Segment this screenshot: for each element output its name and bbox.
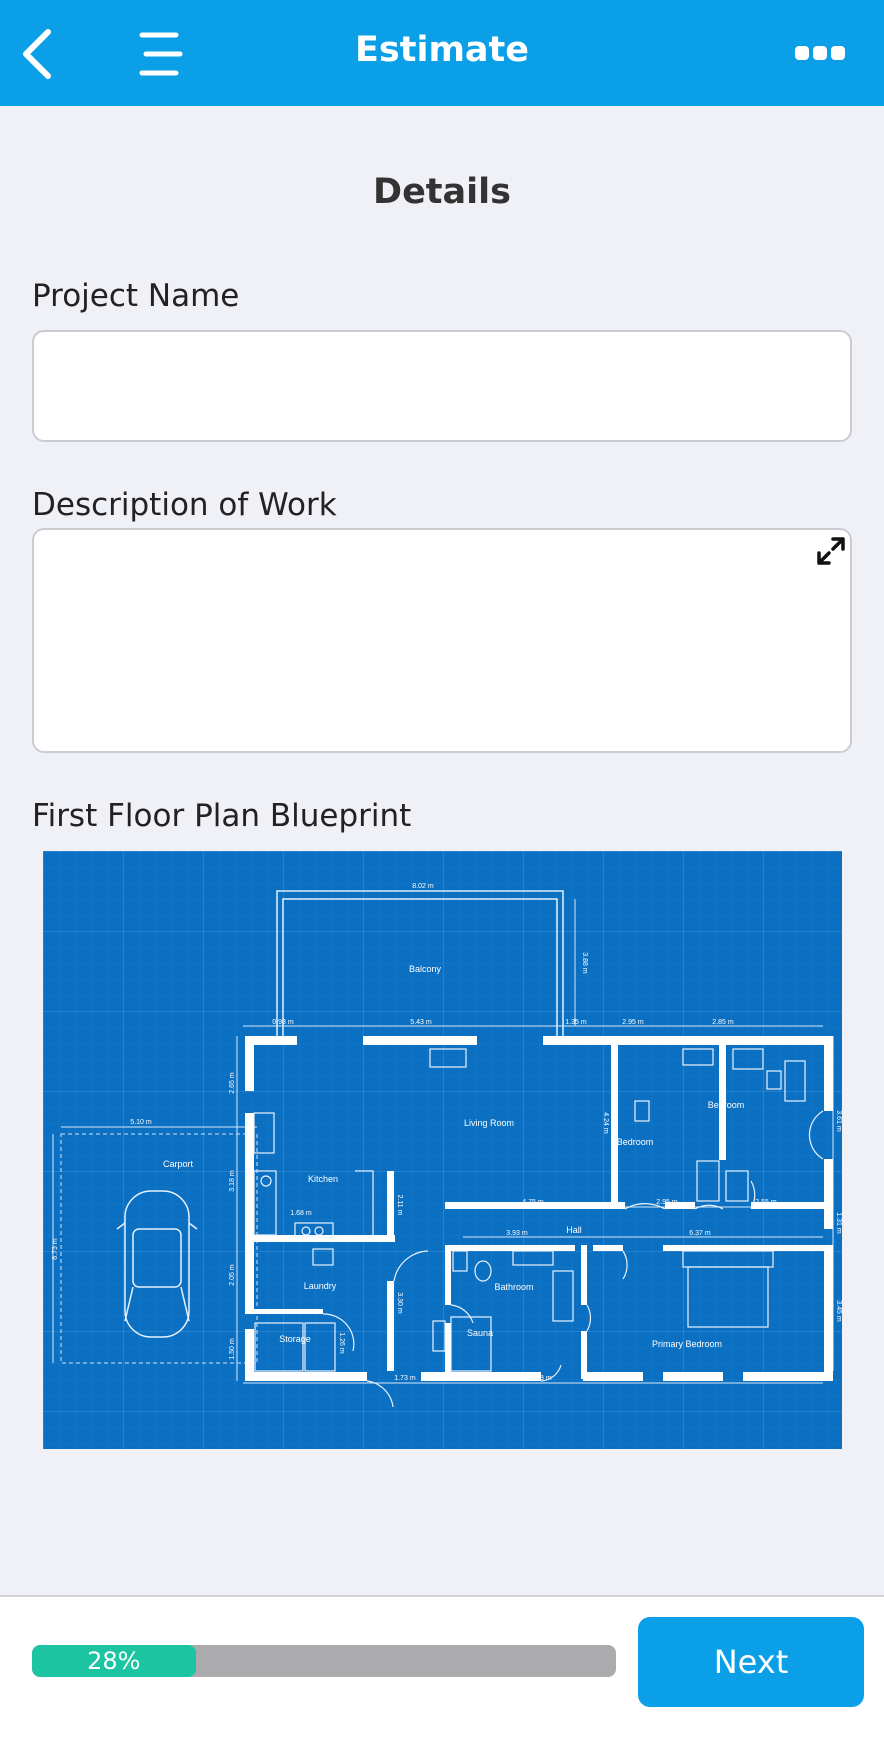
progress-label: 28% (87, 1647, 141, 1675)
floor-plan-blueprint: Balcony Living Room Kitchen Carport Laun… (43, 851, 842, 1449)
dim-label: 1.31 m (835, 1212, 842, 1234)
dim-label: 4.24 m (602, 1112, 609, 1134)
room-label-laundry: Laundry (304, 1281, 337, 1291)
dim-label: 1.68 m (290, 1210, 312, 1217)
blueprint-label: First Floor Plan Blueprint (32, 798, 412, 834)
room-label-bathroom: Bathroom (494, 1282, 533, 1292)
project-name-label: Project Name (32, 278, 240, 314)
dim-label: 2.95 m (622, 1019, 644, 1026)
dim-label: 5.10 m (130, 1119, 152, 1126)
room-label-sauna: Sauna (467, 1328, 493, 1338)
dim-label: 1.50 m (229, 1338, 236, 1360)
expand-icon[interactable] (816, 536, 846, 566)
room-label-bedroom-2: Bedroom (708, 1100, 745, 1110)
dim-label: 1.26 m (338, 1332, 345, 1354)
dim-label: 1.35 m (565, 1019, 587, 1026)
dim-label: 8.02 m (412, 883, 434, 890)
dim-label: 2.65 m (229, 1072, 236, 1094)
description-label: Description of Work (32, 487, 337, 523)
room-label-primary-bedroom: Primary Bedroom (652, 1339, 722, 1349)
dim-label: 4.75 m (522, 1199, 544, 1206)
dim-label: 2.85 m (712, 1019, 734, 1026)
room-label-carport: Carport (163, 1159, 194, 1169)
dim-label: 3.88 m (581, 952, 588, 974)
dim-label: 5.43 m (410, 1019, 432, 1026)
dim-label: 1.93 m (259, 1375, 281, 1382)
dim-label: 0.93 m (272, 1019, 294, 1026)
dim-label: 1.54 m (324, 1375, 346, 1382)
room-label-hall: Hall (566, 1225, 582, 1235)
dim-label: 3.45 m (835, 1300, 842, 1322)
dim-label: 2.11 m (396, 1195, 403, 1216)
dim-label: 6.73 m (52, 1238, 59, 1260)
room-label-balcony: Balcony (409, 964, 442, 974)
more-dots-icon[interactable] (794, 43, 846, 63)
section-title: Details (373, 172, 511, 212)
dim-label: 2.18 m (530, 1375, 552, 1382)
project-name-input[interactable] (32, 330, 852, 442)
description-textarea[interactable] (32, 528, 852, 753)
progress-bar: 28% (32, 1645, 616, 1677)
room-label-kitchen: Kitchen (308, 1174, 338, 1184)
dim-label: 3.61 m (835, 1110, 842, 1132)
dim-label: 2.05 m (229, 1264, 236, 1286)
dim-label: 3.30 m (396, 1292, 403, 1314)
dim-label: 2.55 m (755, 1199, 777, 1206)
room-label-living-room: Living Room (464, 1118, 514, 1128)
next-button[interactable]: Next (638, 1617, 864, 1707)
page-title: Estimate (354, 30, 530, 70)
dim-label: 3.18 m (229, 1170, 236, 1192)
room-label-storage: Storage (279, 1334, 311, 1344)
dim-label: 3.93 m (506, 1230, 528, 1237)
room-label-bedroom-1: Bedroom (617, 1137, 654, 1147)
dim-label: 6.87 m (696, 1375, 718, 1382)
top-bar: Estimate (0, 0, 884, 106)
dim-label: 1.73 m (394, 1375, 416, 1382)
dim-label: 1.88 m (462, 1375, 484, 1382)
dim-label: 2.95 m (656, 1199, 678, 1206)
dim-label: 6.37 m (689, 1230, 711, 1237)
